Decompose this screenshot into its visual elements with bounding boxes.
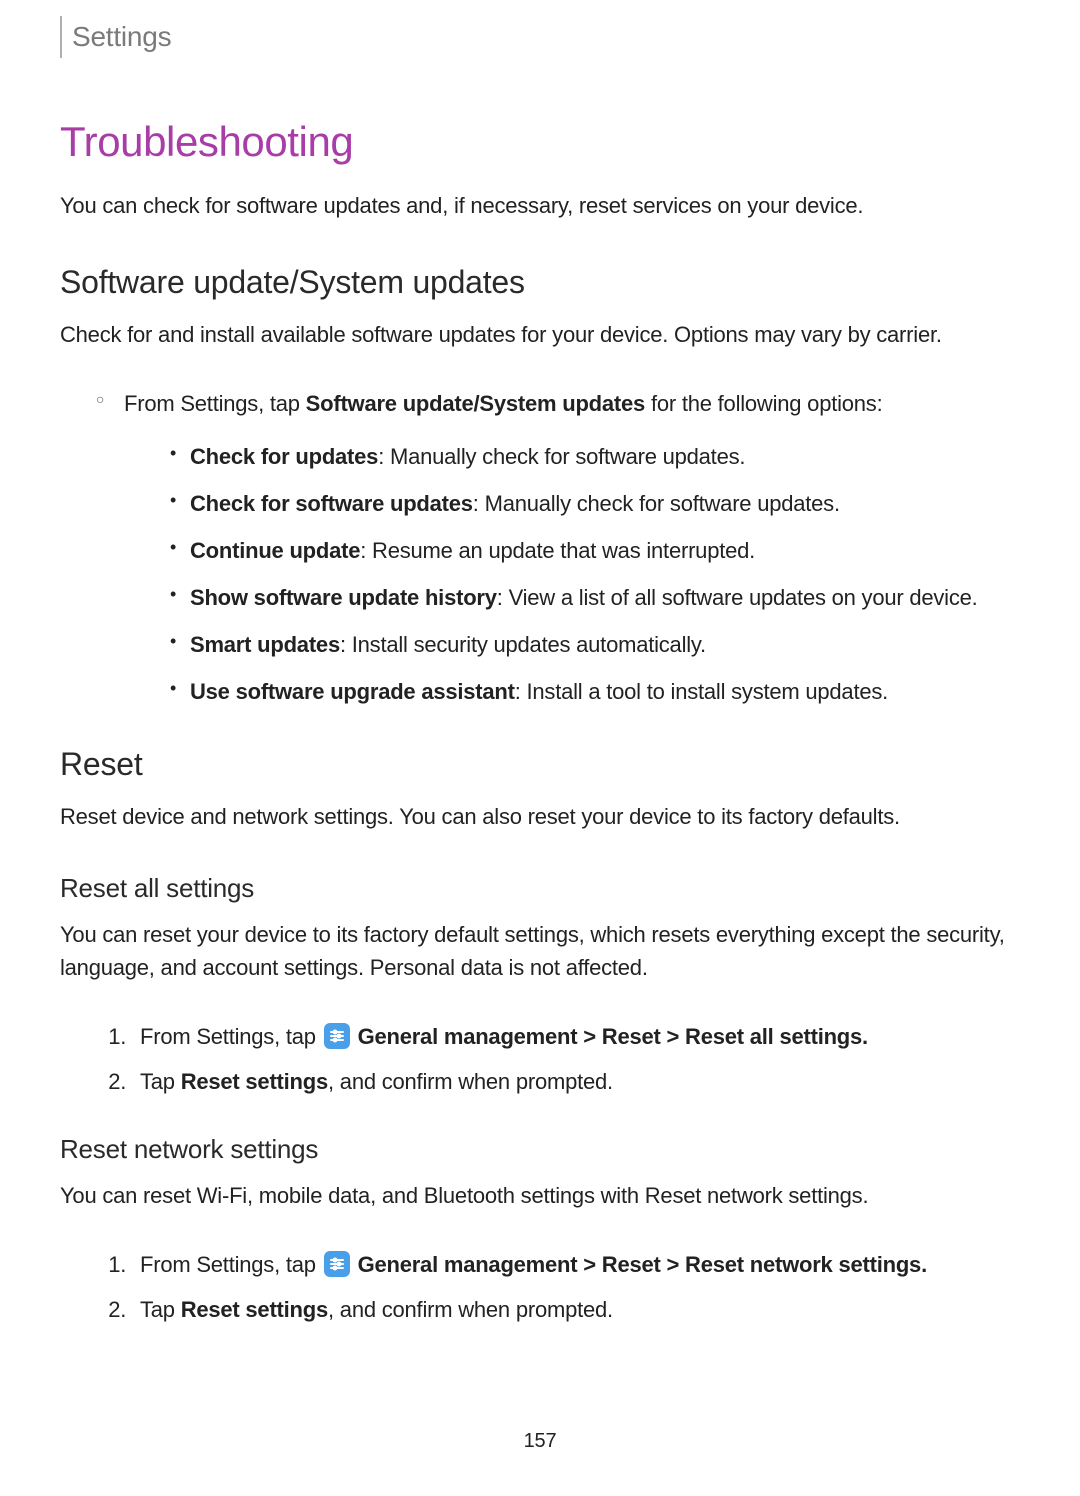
general-management-icon (324, 1251, 350, 1277)
reset-network-steps: From Settings, tap General management > … (60, 1248, 1020, 1326)
section-label: Settings (72, 21, 171, 52)
path-sep: > (661, 1252, 685, 1277)
option-desc: : Install a tool to install system updat… (515, 679, 888, 704)
general-management-icon (324, 1023, 350, 1049)
path-part: Reset (602, 1024, 661, 1049)
option-label: Check for software updates (190, 491, 473, 516)
from-settings-line: From Settings, tap Software update/Syste… (100, 387, 1020, 708)
reset-network-heading: Reset network settings (60, 1130, 1020, 1169)
option-desc: : Resume an update that was interrupted. (360, 538, 755, 563)
option-desc: : View a list of all software updates on… (497, 585, 978, 610)
step-bold: Reset settings (181, 1069, 328, 1094)
option-label: Use software upgrade assistant (190, 679, 515, 704)
path-sep: > (661, 1024, 685, 1049)
option-label: Continue update (190, 538, 360, 563)
reset-lead: Reset device and network settings. You c… (60, 800, 1020, 833)
step-item: From Settings, tap General management > … (132, 1020, 1020, 1053)
path-sep: > (577, 1252, 601, 1277)
step-item: From Settings, tap General management > … (132, 1248, 1020, 1281)
reset-all-lead: You can reset your device to its factory… (60, 918, 1020, 984)
path-part: Reset (602, 1252, 661, 1277)
list-item: Check for software updates: Manually che… (170, 487, 1020, 520)
path-sep: > (577, 1024, 601, 1049)
reset-heading: Reset (60, 740, 1020, 788)
software-options-list: Check for updates: Manually check for so… (124, 440, 1020, 708)
intro-text: You can check for software updates and, … (60, 189, 1020, 222)
from-settings-prefix: From Settings, tap (124, 391, 306, 416)
step-prefix: Tap (140, 1069, 181, 1094)
page-number: 157 (60, 1426, 1020, 1456)
step-suffix: , and confirm when prompted. (328, 1297, 613, 1322)
from-settings-suffix: for the following options: (645, 391, 882, 416)
step-prefix: Tap (140, 1297, 181, 1322)
step-item: Tap Reset settings, and confirm when pro… (132, 1065, 1020, 1098)
from-settings-bold: Software update/System updates (306, 391, 645, 416)
option-desc: : Install security updates automatically… (340, 632, 706, 657)
page-title: Troubleshooting (60, 110, 1020, 173)
list-item: Smart updates: Install security updates … (170, 628, 1020, 661)
list-item: Use software upgrade assistant: Install … (170, 675, 1020, 708)
path-part: General management (358, 1024, 578, 1049)
list-item: Check for updates: Manually check for so… (170, 440, 1020, 473)
step-prefix: From Settings, tap (140, 1024, 322, 1049)
reset-all-steps: From Settings, tap General management > … (60, 1020, 1020, 1098)
list-item: Continue update: Resume an update that w… (170, 534, 1020, 567)
software-update-outer-list: From Settings, tap Software update/Syste… (60, 387, 1020, 708)
path-part: General management (358, 1252, 578, 1277)
step-bold: Reset settings (181, 1297, 328, 1322)
path-part: Reset network settings (685, 1252, 921, 1277)
option-label: Show software update history (190, 585, 497, 610)
software-update-heading: Software update/System updates (60, 258, 1020, 306)
step-item: Tap Reset settings, and confirm when pro… (132, 1293, 1020, 1326)
software-update-lead: Check for and install available software… (60, 318, 1020, 351)
option-label: Check for updates (190, 444, 378, 469)
option-desc: : Manually check for software updates. (473, 491, 840, 516)
option-label: Smart updates (190, 632, 340, 657)
step-suffix: , and confirm when prompted. (328, 1069, 613, 1094)
option-desc: : Manually check for software updates. (378, 444, 745, 469)
period: . (921, 1252, 927, 1277)
path-part: Reset all settings (685, 1024, 862, 1049)
list-item: Show software update history: View a lis… (170, 581, 1020, 614)
reset-all-heading: Reset all settings (60, 869, 1020, 908)
reset-network-lead: You can reset Wi-Fi, mobile data, and Bl… (60, 1179, 1020, 1212)
step-prefix: From Settings, tap (140, 1252, 322, 1277)
section-header-bar: Settings (60, 16, 1020, 58)
period: . (862, 1024, 868, 1049)
